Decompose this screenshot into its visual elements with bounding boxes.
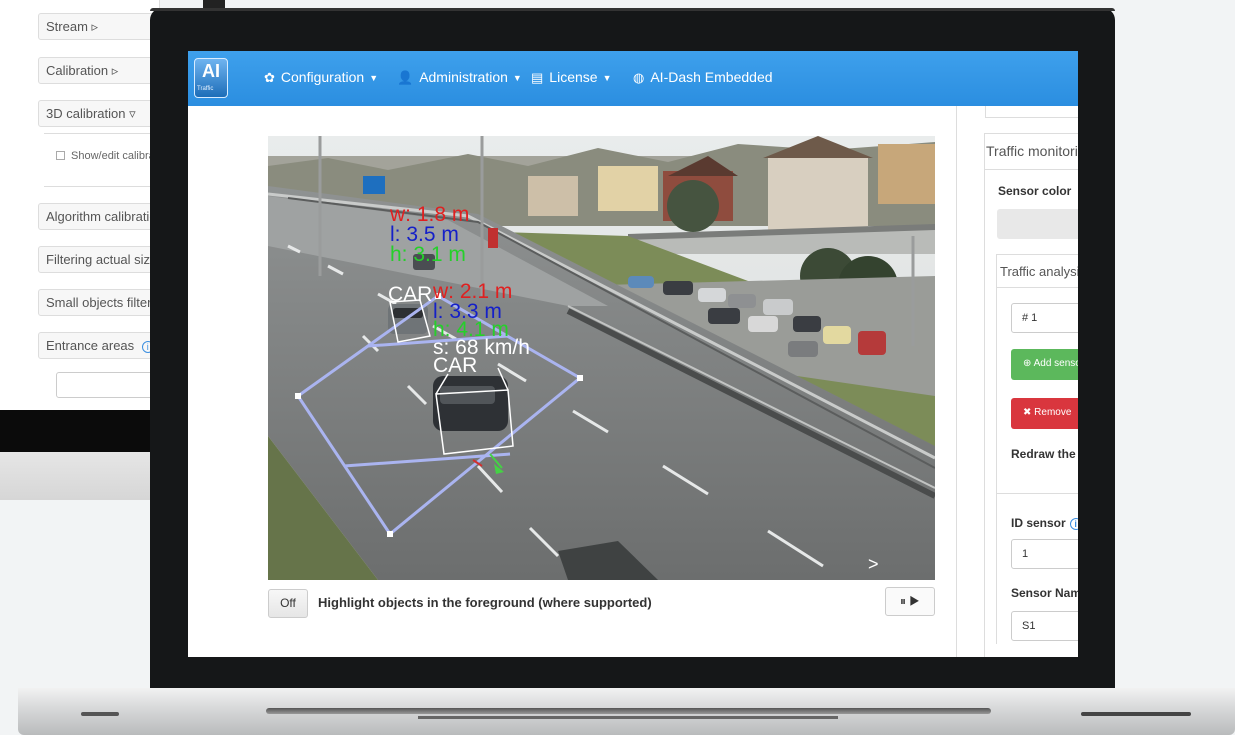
right-slot <box>1081 712 1191 716</box>
separator <box>984 169 1078 170</box>
next-frame-arrow[interactable]: > <box>868 554 879 575</box>
logo-text: AI <box>202 61 220 81</box>
algorithm-calibration-item[interactable]: Algorithm calibration <box>38 203 168 230</box>
entrance-areas-input[interactable] <box>56 372 156 398</box>
laptop-screen: AI Traffic ✿ Configuration ▼ 👤 Administrati… <box>188 51 1078 657</box>
checkbox-icon[interactable] <box>56 151 65 160</box>
redraw-sensor-label: Redraw the sensor <box>1011 447 1078 461</box>
car1-length-label: l: 3.5 m <box>390 223 459 246</box>
laptop-base <box>18 688 1235 735</box>
sensor-name-input[interactable]: S1 <box>1011 611 1078 641</box>
dash-icon: ◍ <box>633 70 645 85</box>
top-field <box>985 106 1078 118</box>
pause-play-button[interactable]: ⏸ ▶ <box>885 587 935 616</box>
panel-divider <box>956 106 957 657</box>
highlight-toggle[interactable]: Off <box>268 589 308 618</box>
car1-height-label: h: 3.1 m <box>390 243 466 266</box>
id-sensor-label: ID sensor i <box>1011 516 1078 530</box>
filtering-actual-size-item[interactable]: Filtering actual size <box>38 246 168 273</box>
traffic-monitoring-title: Traffic monitoring <box>986 143 1078 159</box>
hinge-groove <box>266 708 991 714</box>
laptop-frame: AI Traffic ✿ Configuration ▼ 👤 Administrati… <box>150 8 1115 690</box>
nav-ai-dash-embedded[interactable]: ◍ AI-Dash Embedded <box>633 69 773 86</box>
caret-down-icon: ▼ <box>602 73 612 83</box>
left-slot <box>81 712 119 716</box>
sensor-name-label: Sensor Name <box>1011 586 1078 600</box>
sensor-color-label: Sensor color <box>998 184 1072 198</box>
background-monitor-stand <box>0 452 160 500</box>
calibration-item[interactable]: Calibration ▹ <box>38 57 168 84</box>
close-icon: ✖ <box>1023 407 1035 418</box>
add-sensor-button[interactable]: ⊕ Add sensor <box>1011 349 1078 380</box>
highlight-label: Highlight objects in the foreground (whe… <box>318 595 652 610</box>
show-edit-calibration[interactable]: Show/edit calibration <box>44 133 164 187</box>
stream-item[interactable]: Stream ▹ <box>38 13 168 40</box>
plus-circle-icon: ⊕ <box>1023 358 1034 369</box>
top-navbar: AI Traffic ✿ Configuration ▼ 👤 Administrati… <box>188 51 1078 106</box>
logo-subtext: Traffic <box>197 86 214 92</box>
3d-calibration-item[interactable]: 3D calibration ▿ <box>38 100 168 127</box>
caret-down-icon: ▼ <box>369 73 379 83</box>
car3-class-label: CAR <box>433 354 478 377</box>
video-stream[interactable]: w: 1.8 m l: 3.5 m h: 3.1 m CAR w: 2.1 m … <box>268 136 935 580</box>
traffic-scene <box>268 136 935 580</box>
separator <box>996 287 1078 288</box>
hinge-groove-lower <box>418 716 838 719</box>
car2-width-label: w: 2.1 m <box>433 280 513 303</box>
user-icon: 👤 <box>397 70 414 85</box>
nav-license[interactable]: ▤ License ▼ <box>531 69 611 86</box>
nav-configuration[interactable]: ✿ Configuration ▼ <box>264 69 378 86</box>
info-icon[interactable]: i <box>1069 518 1078 530</box>
background-config-panel: Stream ▹ Calibration ▹ 3D calibration ▿ … <box>0 0 168 410</box>
sensor-select[interactable]: # 1 <box>1011 303 1078 333</box>
traffic-analysis-title: Traffic analysis <box>1000 264 1078 279</box>
separator <box>996 493 1078 494</box>
caret-down-icon: ▼ <box>512 73 522 83</box>
sensor-color-picker[interactable] <box>997 209 1078 239</box>
nav-administration[interactable]: 👤 Administration ▼ <box>397 69 522 86</box>
car2-class-label: CAR <box>388 283 433 306</box>
car1-width-label: w: 1.8 m <box>390 203 470 226</box>
small-objects-filter-item[interactable]: Small objects filter <box>38 289 168 316</box>
remove-sensor-button[interactable]: ✖ Remove <box>1011 398 1078 429</box>
id-sensor-input[interactable]: 1 <box>1011 539 1078 569</box>
license-icon: ▤ <box>531 70 544 85</box>
gear-icon: ✿ <box>264 70 275 85</box>
background-monitor-bezel <box>0 410 160 452</box>
entrance-areas-item[interactable]: Entrance areas i <box>38 332 168 359</box>
ai-traffic-logo[interactable]: AI Traffic <box>194 58 228 98</box>
